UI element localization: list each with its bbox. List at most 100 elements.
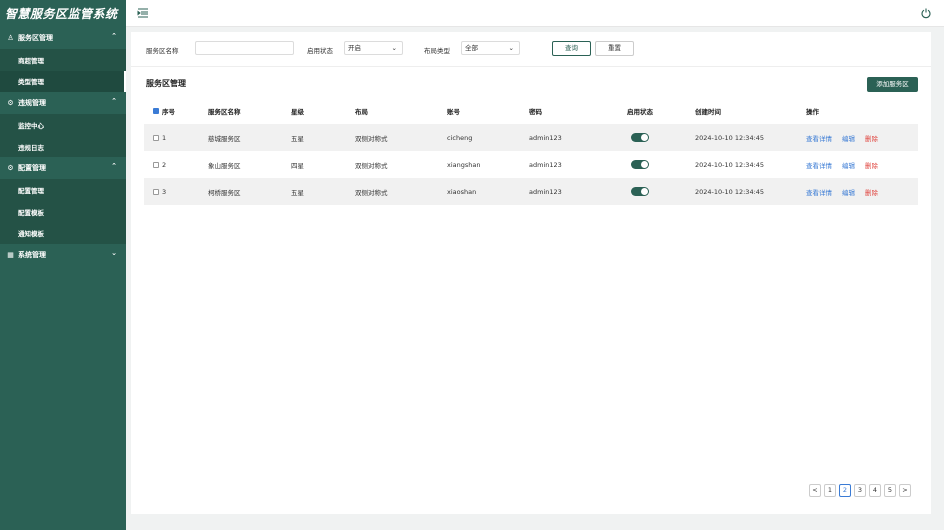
header-status: 启用状态 [627, 108, 653, 116]
chevron-down-icon: ⌄ [111, 249, 117, 258]
cell-account: xiangshan [447, 160, 481, 169]
page-button[interactable]: 5 [884, 484, 896, 497]
detail-link[interactable]: 查看详情 [806, 160, 832, 170]
status-label: 启用状态 [307, 47, 333, 55]
cell-star: 五星 [291, 188, 304, 197]
gear-icon: ⚙ [7, 164, 14, 173]
page-button[interactable]: 3 [854, 484, 866, 497]
sidebar-group-label: 系统管理 [18, 251, 46, 260]
sidebar-item-supermarket[interactable]: 商超管理 [0, 49, 126, 71]
cell-created: 2024-10-10 12:34:45 [695, 187, 765, 196]
status-select-value: 开启 [348, 44, 361, 52]
chevron-up-icon: ⌃ [111, 97, 117, 106]
sidebar-group-label: 服务区管理 [18, 34, 53, 42]
cell-layout: 双侧对称式 [355, 188, 388, 197]
menu-fold-icon[interactable] [137, 7, 149, 19]
chevron-up-icon: ⌃ [111, 32, 117, 40]
cell-actions: 查看详情 编辑 删除 [806, 124, 888, 151]
cell-account: xiaoshan [447, 187, 477, 196]
cell-password: admin123 [529, 160, 562, 169]
header-star: 星级 [291, 108, 304, 116]
cell-no: 1 [153, 124, 166, 151]
cell-created: 2024-10-10 12:34:45 [695, 133, 765, 142]
header-no: 序号 [153, 98, 175, 124]
sidebar-group-config[interactable]: ⚙ 配置管理 ⌃ [0, 157, 126, 179]
status-toggle[interactable] [631, 133, 649, 142]
header-layout: 布局 [355, 108, 368, 116]
row-checkbox[interactable] [153, 188, 159, 195]
status-select[interactable]: 开启 ⌄ [344, 41, 403, 55]
table-row: 1 慈城服务区 五星 双侧对称式 cicheng admin123 2024-1… [144, 124, 918, 151]
sidebar-group-label: 违规管理 [18, 99, 46, 108]
sidebar-group-label: 配置管理 [18, 164, 46, 173]
page-button[interactable]: 4 [869, 484, 881, 497]
filter-bar: 服务区名称 启用状态 开启 ⌄ 布局类型 全部 ⌄ 查询 重置 [131, 32, 931, 67]
select-all-checkbox[interactable] [153, 108, 159, 114]
detail-link[interactable]: 查看详情 [806, 133, 832, 143]
page-button[interactable]: 1 [824, 484, 836, 497]
header-account: 账号 [447, 108, 460, 116]
sidebar-item-config[interactable]: 配置管理 [0, 179, 126, 201]
sidebar-group-service-area[interactable]: ♙ 服务区管理 ⌃ [0, 27, 126, 49]
chevron-down-icon: ⌄ [391, 44, 397, 52]
next-page-button[interactable]: > [899, 484, 911, 497]
cell-account: cicheng [447, 133, 473, 142]
gear-icon: ⚙ [7, 99, 14, 108]
header-actions: 操作 [806, 108, 819, 116]
power-icon[interactable] [920, 7, 932, 19]
cell-star: 四星 [291, 161, 304, 170]
row-no: 2 [162, 160, 167, 169]
edit-link[interactable]: 编辑 [842, 133, 855, 143]
cell-no: 2 [153, 151, 166, 178]
chevron-up-icon: ⌃ [111, 162, 117, 171]
topbar [126, 0, 944, 27]
sidebar-item-monitor[interactable]: 监控中心 [0, 114, 126, 136]
row-checkbox[interactable] [153, 161, 159, 168]
sidebar: 智慧服务区监管系统 ♙ 服务区管理 ⌃ 商超管理 类型管理 ⚙ 违规管理 ⌃ 监… [0, 0, 126, 530]
table-header: 序号 服务区名称 星级 布局 账号 密码 启用状态 创建时间 操作 [144, 98, 918, 124]
edit-link[interactable]: 编辑 [842, 160, 855, 170]
delete-link[interactable]: 删除 [865, 133, 878, 143]
name-label: 服务区名称 [146, 47, 179, 55]
delete-link[interactable]: 删除 [865, 160, 878, 170]
cell-status [627, 151, 649, 178]
edit-link[interactable]: 编辑 [842, 187, 855, 197]
cell-layout: 双侧对称式 [355, 134, 388, 143]
layout-select-value: 全部 [465, 44, 478, 52]
reset-button[interactable]: 重置 [595, 41, 634, 56]
status-toggle[interactable] [631, 187, 649, 196]
sidebar-item-violation-log[interactable]: 违规日志 [0, 136, 126, 158]
sidebar-submenu: 监控中心 违规日志 [0, 114, 126, 158]
prev-page-button[interactable]: < [809, 484, 821, 497]
detail-link[interactable]: 查看详情 [806, 187, 832, 197]
layout-label: 布局类型 [424, 47, 450, 55]
sidebar-item-config-template[interactable]: 配置模板 [0, 201, 126, 223]
section-title: 服务区管理 [146, 79, 186, 88]
sidebar-item-notify-template[interactable]: 通知模板 [0, 223, 126, 245]
status-toggle[interactable] [631, 160, 649, 169]
header-password: 密码 [529, 108, 542, 116]
query-button[interactable]: 查询 [552, 41, 591, 56]
page-button-current[interactable]: 2 [839, 484, 851, 497]
cell-layout: 双侧对称式 [355, 161, 388, 170]
row-checkbox[interactable] [153, 134, 159, 141]
cell-actions: 查看详情 编辑 删除 [806, 151, 888, 178]
sidebar-group-system[interactable]: ▦ 系统管理 ⌄ [0, 244, 126, 266]
cell-password: admin123 [529, 187, 562, 196]
table-row: 3 柯桥服务区 五星 双侧对称式 xiaoshan admin123 2024-… [144, 178, 918, 205]
cell-star: 五星 [291, 134, 304, 143]
delete-link[interactable]: 删除 [865, 187, 878, 197]
sidebar-submenu: 商超管理 类型管理 [0, 49, 126, 93]
data-table: 序号 服务区名称 星级 布局 账号 密码 启用状态 创建时间 操作 1 慈城服务… [144, 98, 918, 205]
name-input[interactable] [195, 41, 294, 55]
sidebar-group-violation[interactable]: ⚙ 违规管理 ⌃ [0, 92, 126, 114]
cell-no: 3 [153, 178, 166, 205]
add-service-area-button[interactable]: 添加服务区 [867, 77, 918, 92]
cell-name: 象山服务区 [208, 161, 241, 170]
header-name: 服务区名称 [208, 108, 241, 116]
chevron-down-icon: ⌄ [508, 44, 514, 52]
cell-created: 2024-10-10 12:34:45 [695, 160, 765, 169]
pagination: < 1 2 3 4 5 > [809, 484, 911, 497]
sidebar-item-type[interactable]: 类型管理 [0, 70, 126, 93]
layout-select[interactable]: 全部 ⌄ [461, 41, 520, 55]
